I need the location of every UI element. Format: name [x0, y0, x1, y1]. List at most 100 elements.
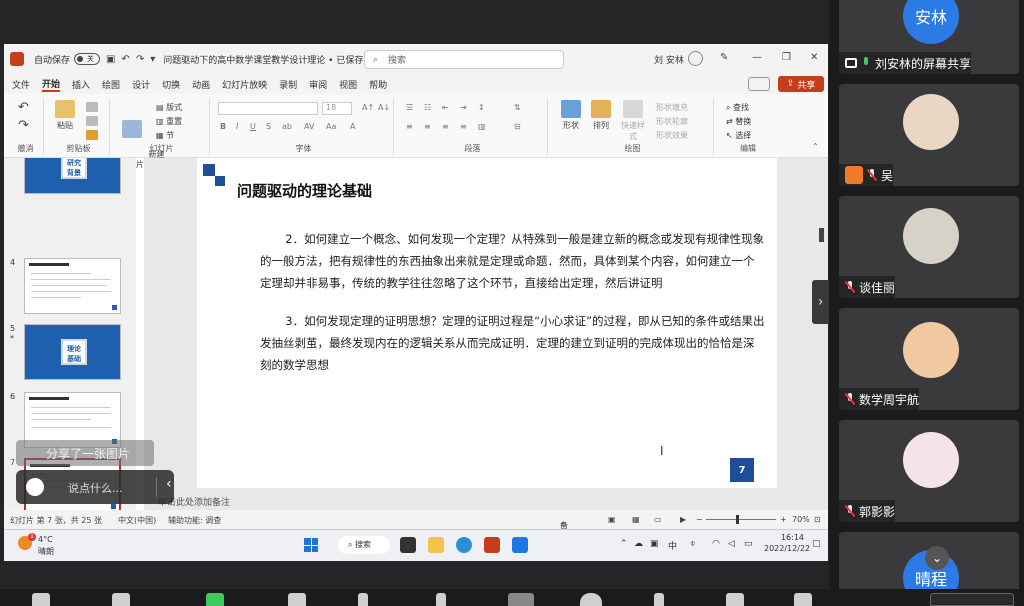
mute-mic-icon[interactable]: [32, 593, 50, 606]
clock-date[interactable]: 2022/12/22: [764, 544, 810, 553]
redo-icon[interactable]: ↷: [136, 54, 144, 65]
align-left-icon[interactable]: ≡: [406, 122, 413, 131]
spacing-icon[interactable]: AV: [304, 122, 314, 131]
file-explorer-icon[interactable]: [428, 537, 444, 553]
slideshow-view-icon[interactable]: ▶: [680, 515, 686, 524]
shape-outline-button[interactable]: 形状轮廓: [656, 116, 688, 127]
menu-transitions[interactable]: 切换: [162, 78, 180, 91]
menu-file[interactable]: 文件: [12, 78, 30, 91]
underline-icon[interactable]: U: [250, 122, 256, 131]
zoom-slider-knob[interactable]: [736, 515, 739, 524]
comments-button[interactable]: [748, 77, 770, 91]
menu-design[interactable]: 设计: [132, 78, 150, 91]
case-icon[interactable]: Aa: [326, 122, 336, 131]
minimize-icon[interactable]: —: [752, 52, 762, 63]
layout-button[interactable]: ▤ 版式: [156, 102, 182, 113]
whiteboard-icon[interactable]: [726, 593, 744, 606]
justify-icon[interactable]: ≡: [460, 122, 467, 131]
thumbnail-slide-5[interactable]: 理论 基础: [24, 324, 121, 380]
close-icon[interactable]: ✕: [810, 52, 818, 63]
ime-indicator[interactable]: 中: [668, 539, 677, 552]
current-slide[interactable]: 问题驱动的理论基础 2．如何建立一个概念、如何发现一个定理？从特殊到一般是建立新…: [197, 158, 777, 488]
notes-placeholder[interactable]: 单击此处添加备注: [144, 496, 828, 510]
line-spacing-icon[interactable]: ↕: [478, 103, 485, 112]
language-status[interactable]: 中文(中国): [118, 515, 156, 526]
quick-style-button[interactable]: 快速样式: [618, 100, 648, 142]
undo-icon[interactable]: ↶: [121, 54, 129, 65]
italic-icon[interactable]: I: [236, 122, 238, 131]
zoom-slider[interactable]: [706, 519, 776, 520]
numbering-icon[interactable]: ☷: [424, 103, 431, 112]
grow-font-icon[interactable]: A↑: [362, 103, 374, 112]
arrange-button[interactable]: 排列: [588, 100, 614, 131]
menu-insert[interactable]: 插入: [72, 78, 90, 91]
task-view-icon[interactable]: [400, 537, 416, 553]
reset-button[interactable]: ▥ 重置: [156, 116, 182, 127]
strikethrough-icon[interactable]: ab: [282, 122, 292, 131]
thumbnail-slide-3[interactable]: 研究 背景: [24, 158, 121, 194]
expand-panel-icon[interactable]: ›: [812, 280, 829, 324]
menu-slideshow[interactable]: 幻灯片放映: [222, 78, 267, 91]
bold-icon[interactable]: B: [220, 122, 226, 131]
edge-icon[interactable]: [456, 537, 472, 553]
reactions-icon[interactable]: [654, 593, 664, 606]
ribbon-undo-icon[interactable]: ↶: [18, 100, 29, 115]
restore-icon[interactable]: ❐: [782, 52, 791, 63]
participant-tile[interactable]: 安林 刘安林的屏幕共享: [839, 0, 1019, 74]
thumbnail-slide-4[interactable]: [24, 258, 121, 314]
slide-scrollbar[interactable]: [819, 228, 824, 242]
pen-icon[interactable]: ✎: [720, 52, 728, 63]
format-painter-icon[interactable]: [86, 130, 98, 140]
paste-button[interactable]: 粘贴: [54, 100, 76, 131]
camera-off-icon[interactable]: [112, 593, 130, 606]
battery-icon[interactable]: ▭: [744, 539, 753, 549]
cloud-icon[interactable]: ☁: [634, 539, 643, 549]
normal-view-icon[interactable]: ▣: [608, 515, 616, 524]
shape-button[interactable]: 形状: [558, 100, 584, 131]
notification-icon[interactable]: ▢: [812, 539, 821, 549]
slide-paragraph-3[interactable]: 3．如何发现定理的证明思想？定理的证明过程是“小心求证”的过程，即从已知的条件或…: [260, 310, 765, 376]
save-icon[interactable]: ▣: [106, 54, 115, 65]
user-name[interactable]: 刘 安林: [654, 53, 684, 66]
share-screen-icon[interactable]: [206, 593, 224, 606]
menu-draw[interactable]: 绘图: [102, 78, 120, 91]
zoom-in-icon[interactable]: +: [780, 515, 787, 524]
chat-icon[interactable]: [436, 593, 446, 606]
taskbar-search[interactable]: ⌕ 搜索: [338, 536, 390, 554]
ribbon-redo-icon[interactable]: ↷: [18, 118, 29, 133]
participant-tile[interactable]: 郭影影: [839, 420, 1019, 522]
powerpoint-taskbar-icon[interactable]: [484, 537, 500, 553]
search-input[interactable]: ⌕ 搜索: [364, 50, 564, 69]
menu-home[interactable]: 开始: [42, 77, 61, 92]
collapse-ribbon-icon[interactable]: ⌃: [812, 142, 819, 151]
bullets-icon[interactable]: ☰: [406, 103, 413, 112]
fit-slide-icon[interactable]: ⊡: [814, 515, 821, 524]
shadow-icon[interactable]: S: [266, 122, 271, 131]
shape-effect-button[interactable]: 形状效果: [656, 130, 688, 141]
record-icon[interactable]: [508, 593, 534, 606]
share-button[interactable]: ⇪ 共享: [778, 76, 824, 92]
select-button[interactable]: ↖ 选择: [726, 130, 751, 141]
menu-animations[interactable]: 动画: [192, 78, 210, 91]
meeting-app-icon[interactable]: [512, 537, 528, 553]
participants-icon[interactable]: [358, 593, 368, 606]
clock-time[interactable]: 16:14: [764, 533, 804, 542]
reading-view-icon[interactable]: ▭: [654, 515, 662, 524]
scroll-down-icon[interactable]: ⌄: [925, 546, 949, 570]
shrink-font-icon[interactable]: A↓: [378, 103, 390, 112]
windows-start-icon[interactable]: [304, 538, 318, 552]
menu-view[interactable]: 视图: [339, 78, 357, 91]
chat-input[interactable]: 说点什么... ‹: [16, 470, 174, 504]
font-name-field[interactable]: [218, 102, 318, 115]
security-icon[interactable]: [288, 593, 306, 606]
font-color-icon[interactable]: A: [350, 122, 355, 131]
tray-app-icon[interactable]: ▣: [650, 539, 659, 549]
collapse-chat-icon[interactable]: ‹: [166, 476, 172, 492]
sorter-view-icon[interactable]: ▦: [632, 515, 640, 524]
accessibility-status[interactable]: 辅助功能: 调查: [168, 515, 221, 526]
volume-icon[interactable]: ◁: [728, 539, 735, 549]
font-size-field[interactable]: 18: [322, 102, 352, 115]
copy-icon[interactable]: [86, 116, 98, 126]
outdent-icon[interactable]: ⇤: [442, 103, 449, 112]
tray-chevron-icon[interactable]: ⌃: [620, 539, 628, 549]
